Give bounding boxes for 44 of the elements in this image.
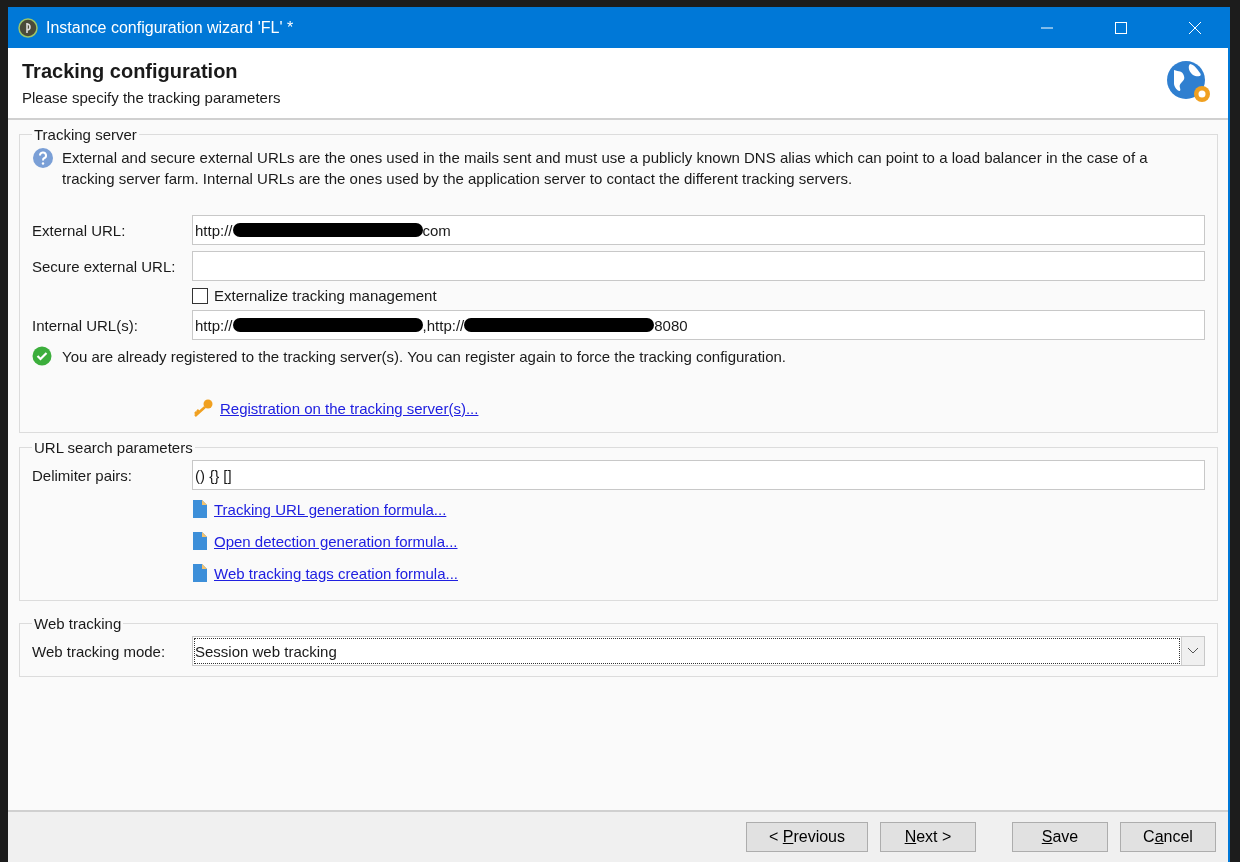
chevron-down-icon	[1187, 647, 1199, 655]
group-title: Tracking server	[33, 126, 138, 143]
checkbox[interactable]	[192, 287, 208, 304]
group-title: Web tracking	[33, 615, 123, 632]
field-text: http://	[195, 316, 233, 334]
checkbox-label: Externalize tracking management	[214, 287, 437, 304]
status-text: You are already registered to the tracking server(s). You can register again to force the tracking configuration.	[62, 347, 787, 365]
formula-link[interactable]: Web tracking tags creation formula...	[214, 564, 458, 582]
formula-link[interactable]: Open detection generation formula...	[214, 532, 458, 550]
internal-url-field[interactable]: http:// ,http:// 8080	[192, 310, 1205, 340]
formula-link[interactable]: Tracking URL generation formula...	[214, 500, 447, 518]
registration-link[interactable]: Registration on the tracking server(s)...	[220, 399, 479, 417]
maximize-icon	[1115, 21, 1127, 34]
help-icon	[32, 147, 54, 169]
close-icon	[1189, 21, 1201, 34]
group-title: URL search parameters	[33, 439, 194, 456]
field-label: Internal URL(s):	[32, 316, 139, 334]
page-subtitle: Please specify the tracking parameters	[22, 89, 282, 106]
field-label: External URL:	[32, 221, 127, 239]
secure-url-field[interactable]	[192, 251, 1205, 281]
tracking-mode-dropdown[interactable]: Session web tracking	[192, 636, 1205, 666]
field-text: ,http://	[422, 316, 465, 334]
delimiter-field[interactable]: () {} []	[192, 460, 1205, 490]
page-title: Tracking configuration	[22, 60, 239, 83]
field-text: () {} []	[195, 466, 232, 484]
check-circle-icon	[32, 346, 52, 366]
field-text: http://	[195, 221, 233, 239]
info-text: External and secure external URLs are the ones used in the mails sent and must use a publicly known DNS alias which can point to a load balancer in the case of a tracking server farm. Internal URLs are the ones used by the application server to contact the different tracking servers.	[62, 148, 1149, 189]
script-file-icon	[192, 531, 208, 551]
field-text: com	[422, 221, 451, 239]
wizard-button[interactable]: Save	[1012, 822, 1108, 852]
external-url-field[interactable]: http:// com	[192, 215, 1205, 245]
wizard-button[interactable]: < Previous	[746, 822, 868, 852]
field-label: Secure external URL:	[32, 257, 177, 275]
wizard-button[interactable]: Cancel	[1120, 822, 1216, 852]
script-file-icon	[192, 499, 208, 519]
field-label: Web tracking mode:	[32, 642, 167, 660]
field-label: Delimiter pairs:	[32, 466, 134, 484]
key-icon	[192, 398, 214, 418]
script-file-icon	[192, 563, 208, 583]
field-text: 8080	[654, 316, 688, 334]
app-logo-icon	[18, 17, 38, 38]
wizard-button[interactable]: Next >	[880, 822, 976, 852]
window-title: Instance configuration wizard 'FL' *	[46, 18, 295, 37]
